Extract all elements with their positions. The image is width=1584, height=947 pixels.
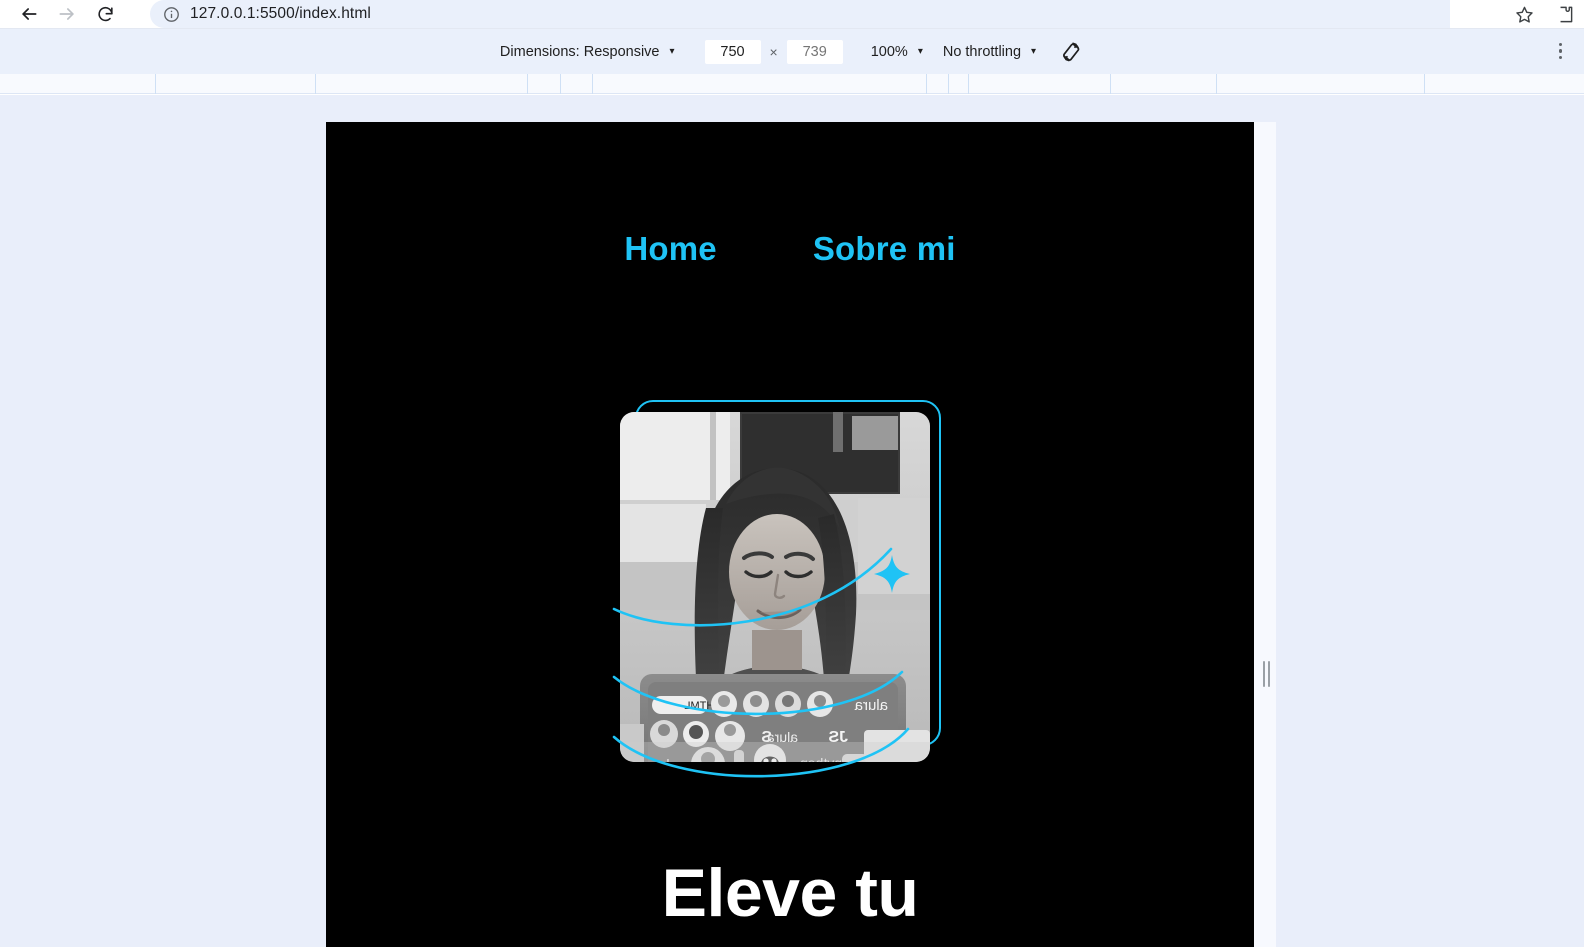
star-icon: [1515, 6, 1533, 23]
ruler-tick: [1424, 74, 1425, 94]
site-nav: Home Sobre mi: [326, 230, 1254, 268]
hero-title: Eleve tu: [661, 855, 919, 931]
info-circle-icon: [163, 6, 179, 22]
rotate-device-button[interactable]: [1054, 37, 1088, 67]
arrow-left-icon: [22, 8, 37, 20]
hero-media: I ♥ HTML alura S alura JS: [612, 400, 956, 778]
zoom-label: 100%: [870, 43, 908, 60]
bookmark-button[interactable]: [1504, 0, 1544, 28]
ruler-tick: [155, 74, 156, 94]
viewport-width-input[interactable]: [704, 39, 761, 64]
device-viewport: Home Sobre mi I ♥ HTML alura S alura JS …: [326, 122, 1254, 947]
page-scrollbar-track[interactable]: [1254, 122, 1276, 947]
chevron-down-icon: ▾: [669, 45, 675, 57]
throttling-dropdown[interactable]: No throttling ▾: [939, 37, 1036, 67]
site-info-button[interactable]: [156, 0, 186, 28]
puzzle-icon: [1560, 6, 1572, 22]
browser-toolbar: 127.0.0.1:5500/index.html: [0, 0, 1584, 28]
svg-text:alura: alura: [854, 697, 888, 714]
chevron-down-icon: ▾: [1031, 45, 1037, 57]
ruler-tick: [560, 74, 561, 94]
forward-button[interactable]: [48, 0, 86, 28]
viewport-resize-handle[interactable]: [1259, 660, 1273, 688]
dimensions-dropdown[interactable]: Dimensions: Responsive ▾: [496, 37, 675, 67]
dimension-separator: ×: [769, 43, 778, 60]
profile-photo: I ♥ HTML alura S alura JS: [620, 412, 930, 762]
ruler-tick: [592, 74, 593, 94]
nav-link-sobre-mi[interactable]: Sobre mi: [813, 230, 956, 268]
viewport-height-input[interactable]: [786, 39, 843, 64]
extensions-button[interactable]: [1544, 0, 1584, 28]
ruler-tick: [948, 74, 949, 94]
address-bar[interactable]: 127.0.0.1:5500/index.html: [150, 0, 1450, 28]
nav-link-home[interactable]: Home: [624, 230, 717, 268]
ruler-tick: [1110, 74, 1111, 94]
throttling-label: No throttling: [942, 43, 1022, 60]
ruler-tick: [926, 74, 927, 94]
back-button[interactable]: [10, 0, 48, 28]
devtools-more-options-button[interactable]: [1558, 28, 1562, 74]
ruler-tick: [315, 74, 316, 94]
ruler-tick: [1216, 74, 1217, 94]
dimensions-label: Dimensions: Responsive: [499, 43, 660, 60]
device-mode-ruler[interactable]: [0, 74, 1584, 94]
browser-toolbar-right: [1504, 0, 1584, 28]
device-canvas: Home Sobre mi I ♥ HTML alura S alura JS …: [0, 95, 1584, 947]
chevron-down-icon: ▾: [917, 45, 923, 57]
address-bar-url: 127.0.0.1:5500/index.html: [190, 5, 371, 22]
screenshot-root: 127.0.0.1:5500/index.html Dimensions: Re…: [0, 0, 1584, 947]
ruler-tick: [968, 74, 969, 94]
reload-icon: [97, 6, 113, 21]
woman-at-laptop-photo: I ♥ HTML alura S alura JS: [620, 412, 930, 762]
zoom-dropdown[interactable]: 100% ▾: [867, 37, 923, 67]
more-vertical-icon: [1558, 42, 1562, 60]
arrow-right-icon: [59, 8, 74, 20]
ruler-tick: [527, 74, 528, 94]
devtools-device-toolbar: Dimensions: Responsive ▾ × 100% ▾ No thr…: [0, 28, 1584, 74]
reload-button[interactable]: [86, 0, 124, 28]
rotate-device-icon: [1063, 42, 1080, 61]
